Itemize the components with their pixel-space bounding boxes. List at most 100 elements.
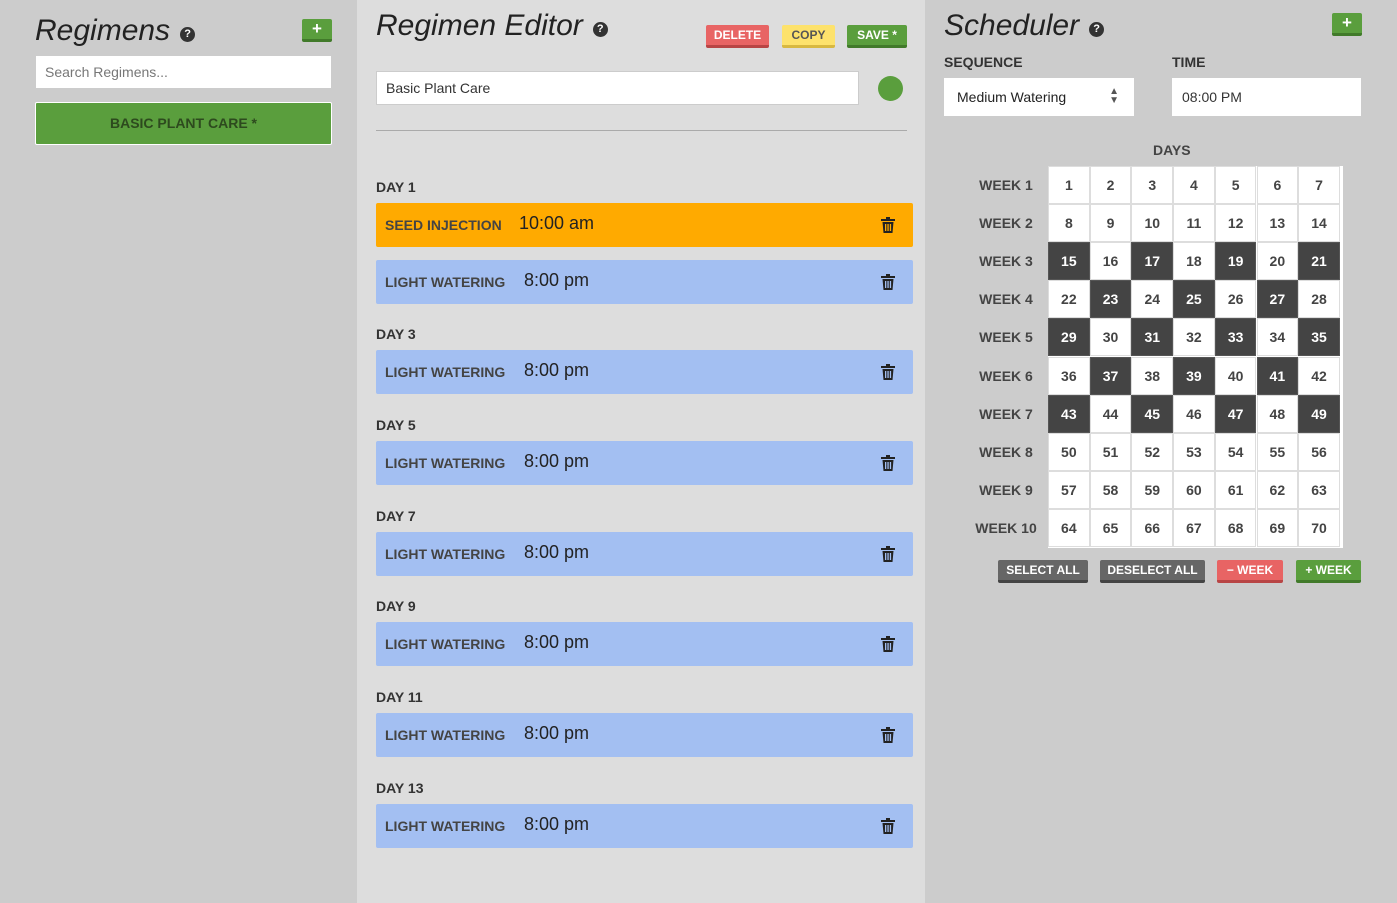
day-cell[interactable]: 66 <box>1131 508 1174 547</box>
day-cell[interactable]: 20 <box>1256 242 1299 281</box>
day-cell[interactable]: 34 <box>1256 318 1299 357</box>
day-cell[interactable]: 47 <box>1214 394 1257 433</box>
day-cell[interactable]: 36 <box>1048 356 1090 395</box>
day-cell[interactable]: 51 <box>1089 432 1132 471</box>
day-cell[interactable]: 28 <box>1298 280 1340 319</box>
day-cell[interactable]: 37 <box>1089 356 1132 395</box>
day-cell[interactable]: 46 <box>1173 394 1215 433</box>
regimen-event[interactable]: LIGHT WATERING 8:00 pm <box>376 713 913 757</box>
day-cell[interactable]: 68 <box>1214 508 1257 547</box>
day-cell[interactable]: 9 <box>1089 204 1132 243</box>
trash-icon[interactable] <box>881 455 895 471</box>
day-cell[interactable]: 4 <box>1173 166 1215 205</box>
day-cell[interactable]: 44 <box>1089 394 1132 433</box>
day-cell[interactable]: 31 <box>1131 318 1174 357</box>
day-cell[interactable]: 41 <box>1256 356 1299 395</box>
regimen-event[interactable]: LIGHT WATERING 8:00 pm <box>376 532 913 576</box>
trash-icon[interactable] <box>881 546 895 562</box>
day-cell[interactable]: 55 <box>1256 432 1299 471</box>
day-cell[interactable]: 21 <box>1298 242 1340 281</box>
day-cell[interactable]: 35 <box>1298 318 1340 357</box>
search-regimens-input[interactable] <box>35 55 332 89</box>
day-cell[interactable]: 52 <box>1131 432 1174 471</box>
regimen-event[interactable]: LIGHT WATERING 8:00 pm <box>376 260 913 304</box>
day-cell[interactable]: 14 <box>1298 204 1340 243</box>
day-cell[interactable]: 15 <box>1048 242 1090 281</box>
regimen-event[interactable]: LIGHT WATERING 8:00 pm <box>376 441 913 485</box>
trash-icon[interactable] <box>881 364 895 380</box>
regimen-event[interactable]: LIGHT WATERING 8:00 pm <box>376 350 913 394</box>
day-cell[interactable]: 12 <box>1214 204 1257 243</box>
day-cell[interactable]: 57 <box>1048 470 1090 509</box>
day-cell[interactable]: 67 <box>1173 508 1215 547</box>
day-cell[interactable]: 42 <box>1298 356 1340 395</box>
sequence-select[interactable]: Medium Watering ▲ ▼ <box>944 78 1134 116</box>
day-cell[interactable]: 54 <box>1214 432 1257 471</box>
regimen-event[interactable]: SEED INJECTION 10:00 am <box>376 203 913 247</box>
day-cell[interactable]: 50 <box>1048 432 1090 471</box>
day-cell[interactable]: 30 <box>1089 318 1132 357</box>
day-cell[interactable]: 6 <box>1256 166 1299 205</box>
add-week-button[interactable]: + WEEK <box>1296 560 1361 583</box>
regimen-name-input[interactable] <box>376 71 859 105</box>
trash-icon[interactable] <box>881 217 895 233</box>
day-cell[interactable]: 24 <box>1131 280 1174 319</box>
question-circle-icon[interactable]: ? <box>592 21 608 37</box>
day-cell[interactable]: 43 <box>1048 394 1090 433</box>
day-cell[interactable]: 23 <box>1089 280 1132 319</box>
trash-icon[interactable] <box>881 636 895 652</box>
save-button[interactable]: SAVE * <box>847 25 907 48</box>
copy-button[interactable]: COPY <box>782 25 835 48</box>
day-cell[interactable]: 29 <box>1048 318 1090 357</box>
question-circle-icon[interactable]: ? <box>180 26 196 42</box>
remove-week-button[interactable]: − WEEK <box>1217 560 1283 583</box>
regimen-event[interactable]: LIGHT WATERING 8:00 pm <box>376 622 913 666</box>
day-cell[interactable]: 7 <box>1298 166 1340 205</box>
day-cell[interactable]: 45 <box>1131 394 1174 433</box>
select-all-button[interactable]: SELECT ALL <box>998 560 1088 583</box>
day-cell[interactable]: 38 <box>1131 356 1174 395</box>
day-cell[interactable]: 17 <box>1131 242 1174 281</box>
day-cell[interactable]: 32 <box>1173 318 1215 357</box>
add-schedule-button[interactable]: + <box>1332 13 1362 36</box>
regimen-event[interactable]: LIGHT WATERING 8:00 pm <box>376 804 913 848</box>
trash-icon[interactable] <box>881 274 895 290</box>
day-cell[interactable]: 25 <box>1173 280 1215 319</box>
day-cell[interactable]: 18 <box>1173 242 1215 281</box>
day-cell[interactable]: 63 <box>1298 470 1340 509</box>
day-cell[interactable]: 22 <box>1048 280 1090 319</box>
day-cell[interactable]: 69 <box>1256 508 1299 547</box>
question-circle-icon[interactable]: ? <box>1089 21 1105 37</box>
day-cell[interactable]: 64 <box>1048 508 1090 547</box>
day-cell[interactable]: 62 <box>1256 470 1299 509</box>
day-cell[interactable]: 60 <box>1173 470 1215 509</box>
day-cell[interactable]: 49 <box>1298 394 1340 433</box>
day-cell[interactable]: 5 <box>1214 166 1257 205</box>
day-cell[interactable]: 2 <box>1089 166 1132 205</box>
day-cell[interactable]: 13 <box>1256 204 1299 243</box>
day-cell[interactable]: 19 <box>1214 242 1257 281</box>
day-cell[interactable]: 39 <box>1173 356 1215 395</box>
regimen-item[interactable]: BASIC PLANT CARE * <box>35 102 332 145</box>
time-input[interactable]: 08:00 PM <box>1172 78 1361 116</box>
day-cell[interactable]: 65 <box>1089 508 1132 547</box>
day-cell[interactable]: 27 <box>1256 280 1299 319</box>
day-cell[interactable]: 33 <box>1214 318 1257 357</box>
day-cell[interactable]: 48 <box>1256 394 1299 433</box>
day-cell[interactable]: 1 <box>1048 166 1090 205</box>
day-cell[interactable]: 16 <box>1089 242 1132 281</box>
day-cell[interactable]: 56 <box>1298 432 1340 471</box>
day-cell[interactable]: 3 <box>1131 166 1174 205</box>
add-regimen-button[interactable]: + <box>302 19 332 42</box>
color-picker[interactable] <box>878 76 903 101</box>
day-cell[interactable]: 8 <box>1048 204 1090 243</box>
day-cell[interactable]: 53 <box>1173 432 1215 471</box>
day-cell[interactable]: 26 <box>1214 280 1257 319</box>
day-cell[interactable]: 59 <box>1131 470 1174 509</box>
trash-icon[interactable] <box>881 727 895 743</box>
day-cell[interactable]: 70 <box>1298 508 1340 547</box>
day-cell[interactable]: 11 <box>1173 204 1215 243</box>
day-cell[interactable]: 61 <box>1214 470 1257 509</box>
day-cell[interactable]: 10 <box>1131 204 1174 243</box>
day-cell[interactable]: 40 <box>1214 356 1257 395</box>
